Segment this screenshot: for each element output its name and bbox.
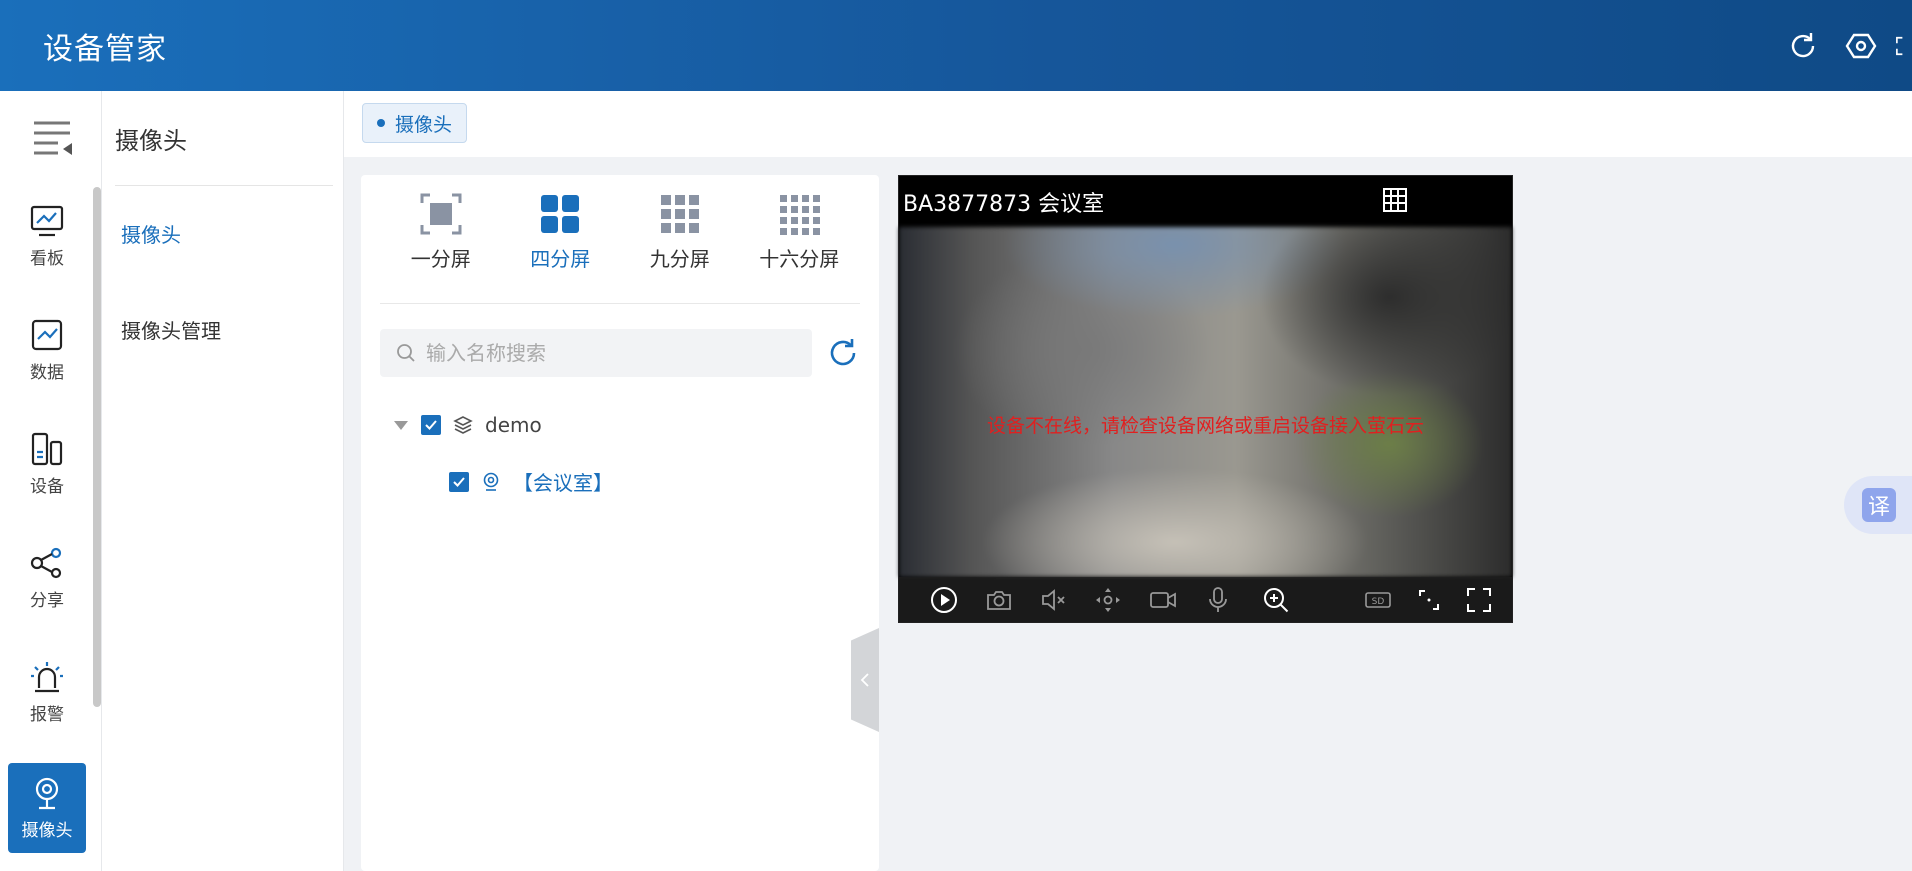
- record-button[interactable]: [1148, 585, 1178, 615]
- dashboard-icon: [30, 205, 64, 236]
- rail-item-label: 分享: [30, 590, 64, 611]
- icon-rail: 看板 数据 设备 分享 报警 摄像头: [0, 91, 102, 871]
- rail-item-camera[interactable]: 摄像头: [8, 763, 86, 853]
- rail-item-label: 摄像头: [21, 820, 73, 841]
- tree-checkbox[interactable]: [449, 471, 469, 492]
- volume-mute-icon: [1042, 589, 1065, 611]
- video-feed[interactable]: [899, 227, 1512, 577]
- focus-icon: [1419, 590, 1439, 610]
- nine-screen-icon: [660, 195, 699, 233]
- snapshot-button[interactable]: [984, 585, 1014, 615]
- alarm-icon: [31, 661, 63, 692]
- translate-float-button[interactable]: 译: [1844, 476, 1912, 534]
- settings-icon[interactable]: [1832, 26, 1890, 66]
- microphone-icon: [1209, 587, 1227, 612]
- focus-button[interactable]: [1414, 585, 1444, 615]
- rail-item-label: 看板: [30, 248, 64, 269]
- tree-node-label[interactable]: demo: [485, 413, 542, 437]
- camera-icon: [35, 777, 59, 809]
- rail-item-share[interactable]: 分享: [8, 533, 86, 623]
- tree-node-demo: demo: [393, 413, 542, 437]
- rail-item-data[interactable]: 数据: [8, 305, 86, 395]
- submenu-item-camera-management[interactable]: 摄像头管理: [121, 315, 221, 344]
- rail-scrollbar[interactable]: [93, 187, 101, 707]
- tab-label: 摄像头: [395, 113, 453, 136]
- chart-icon: [31, 319, 63, 350]
- check-icon: [453, 476, 465, 487]
- svg-text:SD: SD: [1372, 597, 1385, 607]
- split-layout-selector: 一分屏 四分屏 九分屏 十六分屏: [381, 193, 859, 279]
- layout-label: 九分屏: [649, 247, 710, 271]
- camera-snapshot-icon: [987, 591, 1011, 610]
- layout-sixteen-button[interactable]: 十六分屏: [744, 193, 854, 279]
- divider: [380, 303, 860, 304]
- zoom-button[interactable]: [1261, 585, 1291, 615]
- submenu-item-camera[interactable]: 摄像头: [121, 219, 181, 248]
- header-toolbar: [1774, 26, 1912, 66]
- video-record-icon: [1150, 592, 1176, 608]
- layout-label: 一分屏: [410, 247, 471, 271]
- video-controls: SD: [899, 577, 1512, 622]
- layers-icon: [453, 416, 473, 434]
- rail-item-label: 设备: [30, 476, 64, 497]
- device-icon: [31, 432, 63, 465]
- camera-list-panel: 一分屏 四分屏 九分屏 十六分屏 输入名称搜索 demo 【会议室】: [361, 175, 879, 871]
- video-title: BA3877873 会议室: [903, 192, 1105, 217]
- fullscreen-icon[interactable]: [1890, 26, 1912, 66]
- mute-button[interactable]: [1039, 585, 1069, 615]
- submenu-title: 摄像头: [115, 127, 187, 155]
- share-icon: [30, 547, 62, 578]
- sixteen-screen-icon: [780, 195, 821, 235]
- layout-nine-button[interactable]: 九分屏: [625, 193, 735, 279]
- tab-camera[interactable]: 摄像头: [362, 103, 468, 143]
- tab-active-dot: [377, 119, 385, 127]
- check-icon: [425, 420, 437, 430]
- search-box: [380, 329, 812, 377]
- offline-message: 设备不在线，请检查设备网络或重启设备接入萤石云: [986, 415, 1424, 437]
- layout-quad-button[interactable]: 四分屏: [505, 193, 615, 279]
- rail-item-label: 数据: [30, 362, 64, 383]
- refresh-icon[interactable]: [1774, 26, 1832, 66]
- layout-label: 十六分屏: [759, 247, 840, 271]
- tree-node-label[interactable]: 【会议室】: [513, 467, 613, 496]
- grid-layout-icon[interactable]: [1381, 186, 1409, 214]
- app-title: 设备管家: [43, 31, 167, 67]
- sub-menu: 摄像头 摄像头 摄像头管理: [102, 91, 344, 871]
- talk-button[interactable]: [1203, 585, 1233, 615]
- menu-collapse-icon[interactable]: [32, 117, 74, 157]
- ptz-button[interactable]: [1093, 585, 1123, 615]
- sd-quality-icon: SD: [1365, 592, 1391, 608]
- chevron-left-icon: [860, 673, 869, 687]
- play-button[interactable]: [929, 585, 959, 615]
- single-screen-icon: [420, 193, 462, 235]
- refresh-list-icon[interactable]: [827, 337, 859, 369]
- divider: [115, 185, 333, 186]
- ptz-control-icon: [1096, 588, 1120, 612]
- caret-down-icon[interactable]: [393, 419, 409, 431]
- quality-button[interactable]: SD: [1363, 585, 1393, 615]
- zoom-in-icon: [1264, 588, 1289, 613]
- rail-item-label: 报警: [30, 704, 64, 725]
- panel-collapse-handle[interactable]: [851, 628, 879, 732]
- tree-node-meeting-room: 【会议室】: [449, 467, 613, 496]
- translate-icon: 译: [1862, 488, 1896, 522]
- search-icon: [397, 344, 415, 362]
- fullscreen-button[interactable]: [1464, 585, 1494, 615]
- search-input[interactable]: [426, 341, 786, 365]
- tree-checkbox[interactable]: [421, 415, 441, 435]
- camera-icon: [483, 472, 499, 491]
- tab-bar: 摄像头: [344, 91, 1912, 157]
- rail-item-devices[interactable]: 设备: [8, 419, 86, 509]
- rail-item-alarm[interactable]: 报警: [8, 647, 86, 737]
- layout-single-button[interactable]: 一分屏: [386, 193, 496, 279]
- expand-icon: [1467, 588, 1491, 612]
- quad-screen-icon: [541, 195, 580, 233]
- rail-item-dashboard[interactable]: 看板: [8, 191, 86, 281]
- layout-label: 四分屏: [530, 247, 591, 271]
- app-header: 设备管家: [0, 0, 1912, 91]
- play-icon: [931, 587, 957, 613]
- video-player: BA3877873 会议室 设备不在线，请检查设备网络或重启设备接入萤石云 SD: [898, 175, 1513, 623]
